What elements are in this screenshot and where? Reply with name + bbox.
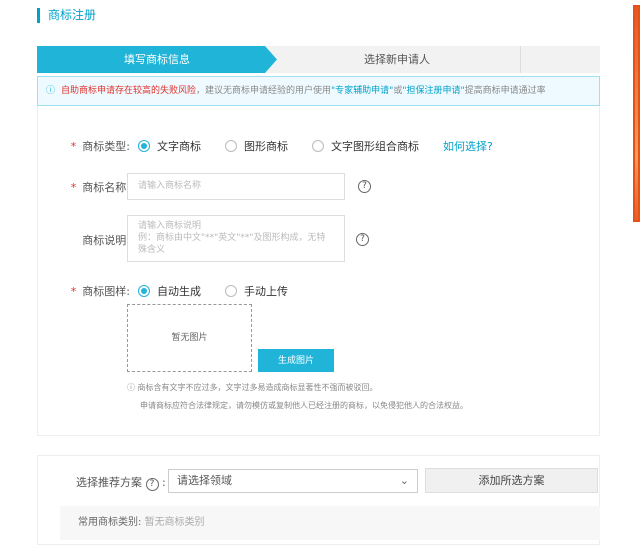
pattern-label: * 商标图样: [70,285,130,298]
type-row: * 商标类型: 文字商标 图形商标 文字图形组合商标 如何选择? [50,138,493,154]
notice-text-end: 提高商标申请通过率 [464,86,546,96]
trademark-name-input[interactable]: 请输入商标名称 [127,173,345,200]
note-legal: 申请商标应符合法律规定，请勿模仿或复制他人已经注册的商标，以免侵犯他人的合法权益… [140,401,468,410]
desc-placeholder: 请输入商标说明 [138,221,202,231]
help-icon[interactable]: ? [358,180,371,193]
note-text-length: ⓘ 商标含有文字不应过多，文字过多易造成商标显著性不强而被驳回。 [127,382,378,393]
page-title: 商标注册 [37,8,96,23]
notice-or: 或 [393,86,403,96]
radio-circle[interactable] [312,140,324,152]
trademark-desc-textarea[interactable]: 请输入商标说明例：商标由中文"**"英文"**"及图形构成，无特殊含义 [127,215,345,262]
desc-label: 商标说明: [82,234,130,247]
radio-label: 文字商标 [157,140,201,153]
generate-image-button[interactable]: 生成图片 [258,349,334,372]
radio-graphic-mark[interactable]: 图形商标 [225,138,288,154]
common-value: 暂无商标类别 [144,517,205,528]
radio-circle[interactable] [138,140,150,152]
step-select-applicant: 选择新申请人 [364,53,430,66]
desc-placeholder-example: 例：商标由中文"**"英文"**"及图形构成，无特殊含义 [138,233,326,255]
name-label: * 商标名称: [70,181,130,194]
recommend-label: 选择推荐方案 ? : [76,476,166,491]
expert-apply-link[interactable]: "专家辅助申请" [331,86,393,96]
radio-label: 自动生成 [157,285,201,298]
notice-warning: 自助商标申请存在较高的失败风险 [61,86,197,96]
type-label: * 商标类型: [70,140,130,153]
type-label-text: 商标类型: [82,140,130,153]
help-icon[interactable]: ? [145,478,159,491]
pattern-label-text: 商标图样: [82,285,130,298]
name-label-text: 商标名称: [82,181,130,194]
type-radios: 文字商标 图形商标 文字图形组合商标 如何选择? [138,138,493,154]
radio-circle[interactable] [138,285,150,297]
radio-auto-generate[interactable]: 自动生成 [138,283,201,299]
recommend-label-text: 选择推荐方案 [76,476,142,489]
name-label-wrap: * 商标名称: [50,179,130,195]
radio-combined-mark[interactable]: 文字图形组合商标 [312,138,419,154]
guarantee-apply-link[interactable]: "担保注册申请" [402,86,464,96]
radio-manual-upload[interactable]: 手动上传 [225,283,288,299]
note-text: 商标含有文字不应过多，文字过多易造成商标显著性不强而被驳回。 [137,383,378,392]
info-icon: ⓘ [46,86,56,96]
common-label: 常用商标类别: [78,517,142,528]
radio-label: 文字图形组合商标 [331,140,419,153]
common-categories: 常用商标类别: 暂无商标类别 [60,506,600,540]
pattern-radios: 自动生成 手动上传 [138,283,312,299]
domain-select[interactable]: 请选择领域 ⌄ [168,469,418,493]
help-icon[interactable]: ? [356,233,369,246]
chevron-down-icon: ⌄ [399,474,409,487]
info-icon: ⓘ [127,383,138,392]
radio-label: 图形商标 [244,140,288,153]
how-to-choose-link[interactable]: 如何选择? [443,138,493,154]
image-preview: 暂无图片 [127,304,252,372]
radio-circle[interactable] [225,285,237,297]
radio-circle[interactable] [225,140,237,152]
notice-banner: ⓘ 自助商标申请存在较高的失败风险，建议无商标申请经验的用户使用"专家辅助申请"或… [37,76,600,106]
radio-label: 手动上传 [244,285,288,298]
radio-text-mark[interactable]: 文字商标 [138,138,201,154]
step-divider [507,46,521,73]
side-ad-image[interactable] [633,5,640,222]
step-fill-info: 填写商标信息 [37,46,277,73]
notice-text: ，建议无商标申请经验的用户使用 [196,86,332,96]
desc-label-wrap: 商标说明: [50,232,130,248]
step-bar: 填写商标信息 选择新申请人 [37,46,600,73]
select-value: 请选择领域 [177,474,232,487]
add-selected-plan-button[interactable]: 添加所选方案 [425,468,598,493]
pattern-row: * 商标图样: 自动生成 手动上传 [50,283,312,299]
